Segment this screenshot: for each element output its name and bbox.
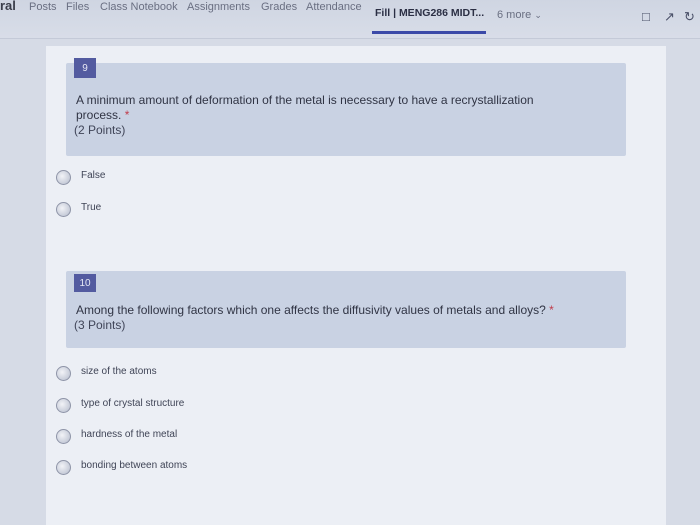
option-label: False bbox=[81, 170, 106, 181]
option-label: hardness of the metal bbox=[81, 429, 178, 440]
question-text-line1: A minimum amount of deformation of the m… bbox=[76, 93, 534, 107]
radio-button[interactable] bbox=[56, 202, 71, 217]
question-text: A minimum amount of deformation of the m… bbox=[76, 93, 534, 123]
option-label: size of the atoms bbox=[81, 366, 157, 377]
required-mark: * bbox=[124, 108, 130, 122]
chevron-down-icon: ⌄ bbox=[534, 10, 542, 20]
radio-button[interactable] bbox=[56, 460, 71, 475]
tab-form-active[interactable]: Fill | MENG286 MIDT... bbox=[375, 7, 484, 19]
question-card-10: 10 Among the following factors which one… bbox=[66, 271, 626, 348]
radio-button[interactable] bbox=[56, 429, 71, 444]
top-bar: ral Posts Files Class Notebook Assignmen… bbox=[0, 0, 700, 39]
option-label: bonding between atoms bbox=[81, 460, 188, 471]
tab-assignments[interactable]: Assignments bbox=[187, 1, 250, 13]
expand-icon[interactable]: ↗ bbox=[664, 9, 675, 25]
tab-files[interactable]: Files bbox=[66, 1, 89, 13]
radio-button[interactable] bbox=[56, 170, 71, 185]
question-number-badge: 10 bbox=[74, 274, 96, 292]
tab-posts[interactable]: Posts bbox=[29, 1, 57, 13]
question-text-line2: process. bbox=[76, 108, 122, 122]
active-tab-indicator bbox=[372, 31, 486, 34]
tab-attendance[interactable]: Attendance bbox=[306, 1, 362, 13]
more-tabs-button[interactable]: 6 more ⌄ bbox=[497, 9, 542, 21]
tab-class-notebook[interactable]: Class Notebook bbox=[100, 1, 178, 13]
question-number-badge: 9 bbox=[74, 58, 96, 78]
question-text-line1: Among the following factors which one af… bbox=[76, 303, 546, 317]
option-label: True bbox=[81, 202, 102, 213]
more-tabs-label: 6 more bbox=[497, 9, 532, 21]
radio-button[interactable] bbox=[56, 398, 71, 413]
refresh-icon[interactable]: ↻ bbox=[684, 9, 695, 25]
question-points: (2 Points) bbox=[74, 123, 126, 137]
question-points: (3 Points) bbox=[74, 318, 126, 332]
radio-button[interactable] bbox=[56, 366, 71, 381]
tab-grades[interactable]: Grades bbox=[261, 1, 297, 13]
chat-icon[interactable]: □ bbox=[642, 9, 650, 24]
required-mark: * bbox=[549, 303, 554, 317]
option-label: type of crystal structure bbox=[81, 398, 185, 409]
team-name: ral bbox=[0, 0, 16, 13]
question-card-9: 9 A minimum amount of deformation of the… bbox=[66, 58, 626, 156]
question-text: Among the following factors which one af… bbox=[76, 303, 554, 318]
